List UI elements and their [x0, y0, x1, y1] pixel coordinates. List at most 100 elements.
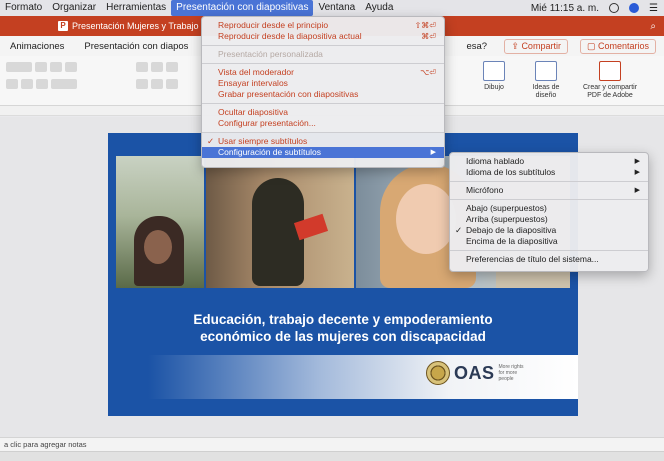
subtitle-submenu-item[interactable]: Abajo (superpuestos)	[450, 203, 648, 214]
align-right-icon[interactable]	[166, 79, 178, 89]
align-center-icon[interactable]	[151, 79, 163, 89]
draw-button[interactable]: Dibujo	[472, 61, 516, 92]
slideshow-menu-item[interactable]: Configuración de subtítulos ▶	[202, 147, 444, 158]
subtitle-submenu-item-label: Idioma hablado	[466, 156, 525, 166]
menu-separator	[202, 132, 444, 133]
search-icon[interactable]: ⌕	[650, 21, 656, 32]
photo-woman	[116, 156, 204, 288]
oas-logo-subtitle: More rights for more people	[498, 364, 524, 382]
menu-separator	[450, 250, 648, 251]
subtitle-submenu-item[interactable]: Micrófono ▶	[450, 185, 648, 196]
adobe-pdf-button[interactable]: Crear y compartir PDF de Adobe	[580, 61, 640, 100]
submenu-arrow-icon: ▶	[430, 149, 436, 156]
menubar-item-5[interactable]: Ayuda	[360, 0, 398, 16]
slideshow-menu-item[interactable]: Grabar presentación con diapositivas	[202, 89, 444, 100]
tell-me-text[interactable]: esa?	[456, 41, 497, 52]
siri-icon[interactable]	[629, 3, 640, 13]
subtitle-submenu-item[interactable]: Encima de la diapositiva	[450, 236, 648, 247]
menubar-item-4[interactable]: Ventana	[313, 0, 360, 16]
powerpoint-icon: P	[58, 21, 68, 31]
subtitle-submenu-item-label: Debajo de la diapositiva	[466, 225, 557, 235]
slideshow-menu-item-label: Configurar presentación...	[218, 118, 316, 128]
font-group	[6, 62, 126, 98]
align-left-icon[interactable]	[136, 79, 148, 89]
draw-label: Dibujo	[484, 84, 504, 91]
subtitle-submenu-item[interactable]: Preferencias de título del sistema...	[450, 254, 648, 265]
slideshow-menu-item-label: Ensayar intervalos	[218, 78, 288, 88]
comments-button[interactable]: ▢ Comentarios	[579, 38, 656, 54]
subtitle-submenu-item[interactable]: ✓ Debajo de la diapositiva	[450, 225, 648, 236]
oas-logo: OAS More rights for more people	[426, 361, 527, 385]
slideshow-menu-item[interactable]: ✓ Usar siempre subtítulos	[202, 136, 444, 147]
subtitle-settings-submenu: Idioma hablado ▶ Idioma de los subtítulos ▶…	[449, 152, 649, 272]
oas-seal-icon	[426, 361, 450, 385]
comments-label: Comentarios	[597, 40, 649, 51]
menu-separator	[450, 199, 648, 200]
grow-font-icon[interactable]	[35, 62, 47, 72]
tab-animaciones[interactable]: Animaciones	[0, 41, 74, 52]
slideshow-menu-item[interactable]: Reproducir desde el principio ⇧⌘⏎	[202, 20, 444, 31]
photo-silhouette	[206, 156, 354, 288]
draw-icon	[483, 61, 505, 81]
subtitle-submenu-item-label: Micrófono	[466, 185, 504, 195]
subtitle-submenu-item-label: Preferencias de título del sistema...	[466, 254, 599, 264]
share-label: Compartir	[521, 40, 561, 51]
clear-format-icon[interactable]	[65, 62, 77, 72]
checkmark-icon: ✓	[455, 225, 463, 235]
shortcut-label: ⌥⏎	[420, 68, 436, 77]
menubar-item-2[interactable]: Herramientas	[101, 0, 171, 16]
slide-title-line1: Educación, trabajo decente y empoderamie…	[193, 312, 493, 327]
slideshow-menu-item-label: Reproducir desde el principio	[218, 20, 329, 30]
face-shape	[144, 230, 172, 264]
subtitle-submenu-item[interactable]: Arriba (superpuestos)	[450, 214, 648, 225]
slideshow-menu-item-label: Usar siempre subtítulos	[218, 136, 308, 146]
slideshow-menu-item[interactable]: Reproducir desde la diapositiva actual ⌘⏎	[202, 31, 444, 42]
shrink-font-icon[interactable]	[50, 62, 62, 72]
share-button[interactable]: ⇪ Compartir	[504, 38, 568, 54]
slideshow-menu-item[interactable]: Vista del moderador ⌥⏎	[202, 67, 444, 78]
font-color-icon[interactable]	[51, 79, 77, 89]
menu-separator	[202, 63, 444, 64]
slideshow-menu-item-label: Grabar presentación con diapositivas	[218, 89, 359, 99]
girl-face-shape	[396, 184, 456, 254]
numbering-icon[interactable]	[151, 62, 163, 72]
submenu-arrow-icon: ▶	[634, 169, 640, 176]
search-icon[interactable]	[609, 3, 620, 13]
menu-separator	[202, 45, 444, 46]
design-ideas-label: Ideas de diseño	[532, 84, 560, 99]
slideshow-menu-item[interactable]: Ensayar intervalos	[202, 78, 444, 89]
slideshow-menu-item: Presentación personalizada	[202, 49, 444, 60]
slide-title-line2: económico de las mujeres con discapacida…	[200, 329, 486, 344]
ribbon-actions: ⇪ Compartir ▢ Comentarios	[504, 38, 664, 54]
shortcut-label: ⇧⌘⏎	[414, 21, 436, 30]
list-icon[interactable]: ☰	[649, 3, 658, 14]
menubar: Formato Organizar Herramientas Presentación…	[0, 0, 664, 16]
menubar-item-1[interactable]: Organizar	[47, 0, 101, 16]
design-ideas-icon	[535, 61, 557, 81]
subtitle-submenu-item-label: Abajo (superpuestos)	[466, 203, 547, 213]
tab-presentacion[interactable]: Presentación con diapos	[74, 41, 198, 52]
underline-icon[interactable]	[36, 79, 48, 89]
clock[interactable]: Mié 11:15 a. m.	[531, 3, 599, 14]
adobe-pdf-icon	[599, 61, 621, 81]
notes-pane[interactable]: a clic para agregar notas	[0, 437, 664, 451]
slideshow-menu-item[interactable]: Configurar presentación...	[202, 118, 444, 129]
bold-icon[interactable]	[6, 79, 18, 89]
subtitle-submenu-item[interactable]: Idioma hablado ▶	[450, 156, 648, 167]
menubar-item-0[interactable]: Formato	[0, 0, 47, 16]
bullets-icon[interactable]	[136, 62, 148, 72]
font-size-select[interactable]	[6, 62, 32, 72]
design-ideas-button[interactable]: Ideas de diseño	[524, 61, 568, 100]
adobe-pdf-label: Crear y compartir PDF de Adobe	[582, 84, 638, 99]
menubar-item-3[interactable]: Presentación con diapositivas	[171, 0, 314, 16]
slideshow-menu-item[interactable]: Ocultar diapositiva	[202, 107, 444, 118]
italic-icon[interactable]	[21, 79, 33, 89]
subtitle-submenu-item-label: Arriba (superpuestos)	[466, 214, 548, 224]
indent-icon[interactable]	[166, 62, 178, 72]
subtitle-submenu-item-label: Idioma de los subtítulos	[466, 167, 556, 177]
menu-separator	[450, 181, 648, 182]
slideshow-menu-item-label: Vista del moderador	[218, 67, 294, 77]
document-title-text: Presentación Mujeres y Trabajo	[72, 21, 199, 31]
subtitle-submenu-item[interactable]: Idioma de los subtítulos ▶	[450, 167, 648, 178]
slideshow-menu-item-label: Presentación personalizada	[218, 49, 323, 59]
